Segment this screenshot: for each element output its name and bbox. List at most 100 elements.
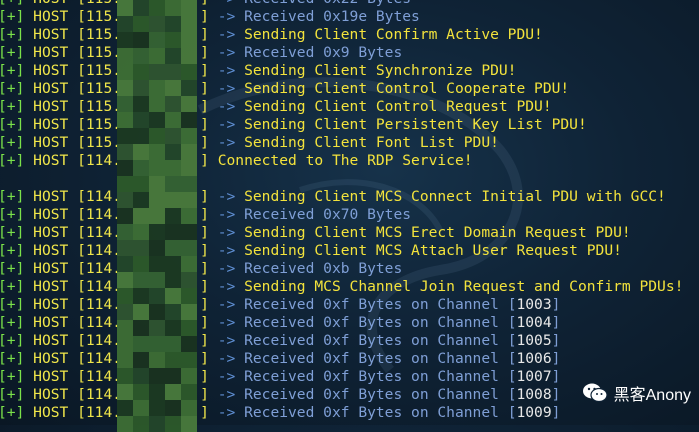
host-label: HOST xyxy=(33,332,69,349)
mask-pixel xyxy=(181,240,197,256)
mask-pixel xyxy=(133,384,149,400)
channel-number: 1006 xyxy=(516,350,552,367)
mask-pixel xyxy=(181,48,197,64)
status-tag: [+] xyxy=(0,404,25,421)
mask-pixel xyxy=(117,320,133,336)
watermark: 黑客Anony xyxy=(582,381,691,405)
mask-pixel xyxy=(133,368,149,384)
bracket-close: ] xyxy=(200,386,209,403)
status-tag: [+] xyxy=(0,278,25,295)
mask-pixel xyxy=(181,304,197,320)
mask-pixel xyxy=(149,176,165,192)
ip-address: [115. xyxy=(77,80,122,97)
mask-pixel xyxy=(133,176,149,192)
channel-number: 1009 xyxy=(516,404,552,421)
mask-pixel xyxy=(149,320,165,336)
mask-pixel xyxy=(117,192,133,208)
mask-pixel xyxy=(181,256,197,272)
mask-pixel xyxy=(165,336,181,352)
status-tag: [+] xyxy=(0,62,25,79)
host-label: HOST xyxy=(33,152,69,169)
ip-address: [114. xyxy=(77,404,122,421)
log-message: Sending Client MCS Erect Domain Request … xyxy=(244,224,631,241)
mask-pixel xyxy=(133,224,149,240)
redacted-ip-mask xyxy=(117,0,197,432)
mask-pixel xyxy=(117,240,133,256)
arrow: -> xyxy=(217,8,236,25)
mask-pixel xyxy=(133,96,149,112)
mask-pixel xyxy=(165,288,181,304)
mask-pixel xyxy=(149,112,165,128)
status-tag: [+] xyxy=(0,0,24,7)
mask-pixel xyxy=(181,16,197,32)
mask-pixel xyxy=(149,80,165,96)
log-message: Sending Client Persistent Key List PDU! xyxy=(244,116,587,133)
arrow: -> xyxy=(217,368,236,385)
host-label: HOST xyxy=(33,260,69,277)
channel-bracket-close: ] xyxy=(551,332,561,349)
channel-number: 1004 xyxy=(516,314,552,331)
mask-pixel xyxy=(133,208,149,224)
bracket-close: ] xyxy=(200,188,209,205)
log-message: Received 0xf Bytes on Channel xyxy=(244,314,508,331)
host-label: HOST xyxy=(33,8,69,25)
mask-pixel xyxy=(165,48,181,64)
ip-address: [114. xyxy=(77,260,122,277)
ip-address: [115. xyxy=(77,0,121,7)
mask-pixel xyxy=(165,128,181,144)
channel-number: 1008 xyxy=(516,386,552,403)
bracket-close: ] xyxy=(200,278,209,295)
mask-pixel xyxy=(149,416,165,432)
mask-pixel xyxy=(117,304,133,320)
host-label: HOST xyxy=(33,206,69,223)
host-label: HOST xyxy=(33,62,69,79)
bracket-close: ] xyxy=(200,26,209,43)
log-line: [+] HOST [115. ] -> Received 0x19e Bytes xyxy=(0,8,699,26)
mask-pixel xyxy=(117,160,133,176)
mask-pixel xyxy=(181,272,197,288)
arrow: -> xyxy=(217,44,236,61)
channel-number: 1005 xyxy=(516,332,552,349)
channel-bracket-close: ] xyxy=(551,314,561,331)
status-tag: [+] xyxy=(0,80,25,97)
log-line: [+] HOST [115. ] -> Sending Client Synch… xyxy=(0,62,699,80)
mask-pixel xyxy=(117,0,133,16)
mask-pixel xyxy=(165,256,181,272)
mask-pixel xyxy=(181,160,197,176)
bracket-close: ] xyxy=(200,260,209,277)
mask-pixel xyxy=(117,96,133,112)
ip-address: [115. xyxy=(77,98,122,115)
ip-address: [114. xyxy=(77,278,122,295)
mask-pixel xyxy=(149,192,165,208)
log-line: [+] HOST [115. ] -> Sending Client Persi… xyxy=(0,116,699,134)
host-label: HOST xyxy=(33,314,69,331)
mask-pixel xyxy=(165,368,181,384)
mask-pixel xyxy=(165,112,181,128)
status-tag: [+] xyxy=(0,260,25,277)
arrow: -> xyxy=(217,188,236,205)
mask-pixel xyxy=(133,16,149,32)
mask-pixel xyxy=(149,256,165,272)
mask-pixel xyxy=(133,0,149,16)
status-tag: [+] xyxy=(0,44,25,61)
log-line: [+] HOST [114. ] -> Received 0xb Bytes xyxy=(0,260,699,278)
log-message: Sending Client Synchronize PDU! xyxy=(244,62,517,79)
host-label: HOST xyxy=(33,224,69,241)
status-tag: [+] xyxy=(0,116,25,133)
host-label: HOST xyxy=(33,242,69,259)
mask-pixel xyxy=(165,0,181,16)
log-line: [+] HOST [114. ] -> Received 0xf Bytes o… xyxy=(0,332,699,350)
status-tag: [+] xyxy=(0,224,25,241)
channel-number: 1003 xyxy=(516,296,552,313)
watermark-text: 黑客Anony xyxy=(613,387,691,404)
mask-pixel xyxy=(149,0,165,16)
ip-address: [115. xyxy=(77,116,122,133)
mask-pixel xyxy=(165,400,181,416)
log-line: [+] HOST [115. ] -> Received 0x9 Bytes xyxy=(0,44,699,62)
mask-pixel xyxy=(165,16,181,32)
mask-pixel xyxy=(117,416,133,432)
mask-pixel xyxy=(165,160,181,176)
mask-pixel xyxy=(165,32,181,48)
host-label: HOST xyxy=(33,188,69,205)
channel-bracket-close: ] xyxy=(551,368,561,385)
